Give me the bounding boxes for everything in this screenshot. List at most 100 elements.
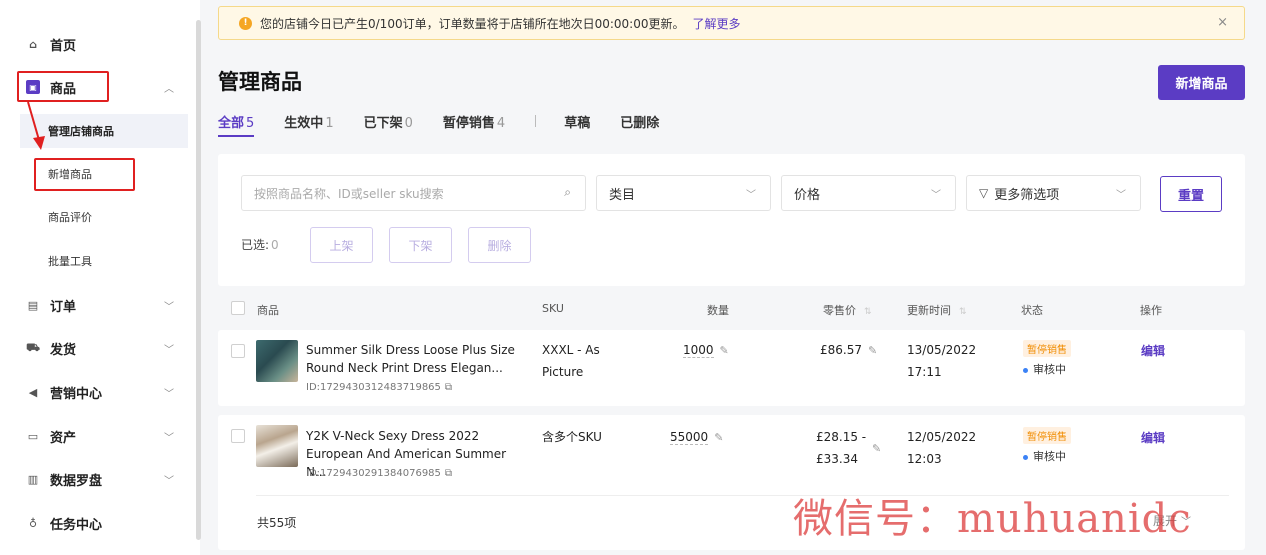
tab-drafts[interactable]: 草稿 (564, 112, 590, 137)
header-updated-label: 更新时间 (907, 304, 951, 317)
header-product: 商品 (257, 304, 279, 317)
price-select-value: 价格 (794, 187, 821, 203)
copy-icon[interactable]: ⧉ (445, 468, 452, 479)
annotation-arrow (27, 101, 45, 150)
edit-icon-glyph: ✎ (872, 442, 882, 455)
sidebar-item-marketing[interactable]: ◀ 营销中心 ﹀ (20, 375, 188, 409)
sidebar-item-label: 资产 (50, 430, 77, 446)
sidebar-item-label: 发货 (50, 342, 77, 358)
sort-icon[interactable]: ⇅ (959, 307, 967, 317)
updated-time: 17:11 (907, 365, 942, 379)
close-icon[interactable]: × (1217, 15, 1228, 30)
product-name[interactable]: Summer Silk Dress Loose Plus Size Round … (306, 341, 518, 377)
megaphone-icon: ◀ (28, 385, 38, 399)
tab-deleted[interactable]: 已删除 (620, 112, 659, 137)
sidebar-item-home[interactable]: ⌂ 首页 (20, 27, 188, 61)
product-id: ID:1729430291384076985 ⧉ (306, 468, 452, 479)
chart-icon: ▥ (27, 472, 39, 486)
tab-divider (535, 115, 537, 127)
sidebar-item-orders[interactable]: ▤ 订单 ﹀ (20, 288, 188, 322)
header-sku: SKU (542, 302, 564, 315)
notice-banner: ! 您的店铺今日已产生0/100订单，订单数量将于店铺所在地次日00:00:00… (218, 6, 1245, 40)
status-badge: 暂停销售 (1023, 427, 1071, 444)
search-icon[interactable]: ⌕ (564, 185, 571, 200)
annotation-box-add-product (34, 158, 135, 191)
selected-label: 已选: (241, 238, 270, 252)
status-dot-icon (1023, 454, 1028, 460)
chevron-down-icon: ﹀ (931, 190, 941, 201)
learn-more-link[interactable]: 了解更多 (692, 15, 740, 32)
row-checkbox[interactable] (231, 344, 245, 358)
header-status: 状态 (1021, 304, 1043, 317)
price-select[interactable]: 价格 ﹀ (781, 175, 956, 211)
delist-button[interactable]: 下架 (389, 227, 452, 263)
header-price[interactable]: 零售价 ⇅ (823, 302, 872, 318)
reset-button[interactable]: 重置 (1160, 176, 1222, 212)
header-updated[interactable]: 更新时间 ⇅ (907, 302, 967, 318)
notice-text: 您的店铺今日已产生0/100订单，订单数量将于店铺所在地次日00:00:00更新… (260, 16, 685, 31)
list-button[interactable]: 上架 (310, 227, 373, 263)
product-id-text: ID:1729430312483719865 (306, 382, 441, 393)
sidebar-item-label: 订单 (50, 299, 77, 315)
sidebar-sub-product-reviews[interactable]: 商品评价 (20, 200, 188, 234)
sidebar-item-shipping[interactable]: ⛟ 发货 ﹀ (20, 331, 188, 365)
status-dot-icon (1023, 367, 1028, 373)
add-product-button[interactable]: 新增商品 (1158, 65, 1245, 100)
chevron-down-icon: ﹀ (164, 389, 174, 400)
sidebar-item-task-center[interactable]: ♁ 任务中心 (20, 506, 188, 540)
filter-panel: 按照商品名称、ID或seller sku搜索 ⌕ 类目 ﹀ 价格 ﹀ ▽ 更多筛… (218, 154, 1245, 286)
tab-label: 已删除 (620, 116, 660, 131)
edit-icon[interactable]: ✎ (714, 431, 723, 444)
truck-icon: ⛟ (26, 340, 40, 354)
tab-count: 4 (496, 116, 506, 131)
tab-label: 已下架 (363, 116, 403, 131)
product-thumbnail[interactable] (256, 425, 298, 467)
search-input[interactable]: 按照商品名称、ID或seller sku搜索 ⌕ (241, 175, 586, 211)
edit-icon[interactable]: ✎ (866, 437, 881, 460)
edit-icon[interactable]: ✎ (720, 344, 729, 357)
sidebar-item-assets[interactable]: ▭ 资产 ﹀ (20, 419, 188, 453)
product-thumbnail[interactable] (256, 340, 298, 382)
product-id-text: ID:1729430291384076985 (306, 468, 441, 479)
chevron-up-icon: ︿ (164, 84, 174, 95)
tab-active[interactable]: 生效中 1 (284, 112, 333, 137)
tab-all[interactable]: 全部 5 (218, 112, 255, 137)
watermark: 微信号：muhuanidc (793, 496, 1192, 542)
sidebar-sub-bulk-tools[interactable]: 批量工具 (20, 244, 188, 278)
delete-button[interactable]: 删除 (468, 227, 531, 263)
price-cell[interactable]: £86.57 ✎ (820, 339, 877, 362)
sidebar-item-data-compass[interactable]: ▥ 数据罗盘 ﹀ (20, 462, 188, 496)
total-count: 共55项 (257, 516, 297, 530)
selected-count: 已选: 0 (241, 236, 279, 253)
quantity-cell[interactable]: 1000 ✎ (683, 339, 729, 362)
sort-icon[interactable]: ⇅ (864, 307, 872, 317)
status-tabs: 全部 5 生效中 1 已下架 0 暂停销售 4 草稿 已删除 (218, 112, 689, 138)
tab-count: 1 (325, 116, 334, 131)
tab-delisted[interactable]: 已下架 0 (364, 112, 413, 137)
select-all-checkbox[interactable] (231, 301, 245, 315)
edit-link[interactable]: 编辑 (1141, 429, 1165, 446)
quantity-cell[interactable]: 55000 ✎ (670, 426, 723, 449)
edit-icon[interactable]: ✎ (868, 344, 877, 357)
tab-label: 草稿 (564, 116, 591, 131)
edit-link[interactable]: 编辑 (1141, 342, 1165, 359)
annotation-box-products (17, 71, 109, 102)
header-actions: 操作 (1140, 304, 1162, 317)
more-filters-select[interactable]: ▽ 更多筛选项 ﹀ (966, 175, 1141, 211)
updated-date: 12/05/2022 (907, 430, 977, 444)
tab-count: 5 (246, 116, 255, 131)
review-status: 审核中 (1023, 448, 1066, 464)
more-filters-value: 更多筛选项 (994, 187, 1060, 203)
chevron-down-icon: ﹀ (746, 190, 756, 201)
copy-icon[interactable]: ⧉ (445, 382, 452, 393)
tab-suspended[interactable]: 暂停销售 4 (443, 112, 505, 137)
table-row: Summer Silk Dress Loose Plus Size Round … (218, 330, 1245, 406)
row-checkbox[interactable] (231, 429, 245, 443)
tab-label: 暂停销售 (442, 116, 495, 131)
category-select[interactable]: 类目 ﹀ (596, 175, 771, 211)
medal-icon: ♁ (28, 516, 38, 530)
updated-date: 13/05/2022 (907, 343, 977, 357)
page-title: 管理商品 (218, 70, 302, 94)
sidebar-scrollbar[interactable] (196, 20, 201, 540)
price-value: £86.57 (820, 343, 862, 357)
